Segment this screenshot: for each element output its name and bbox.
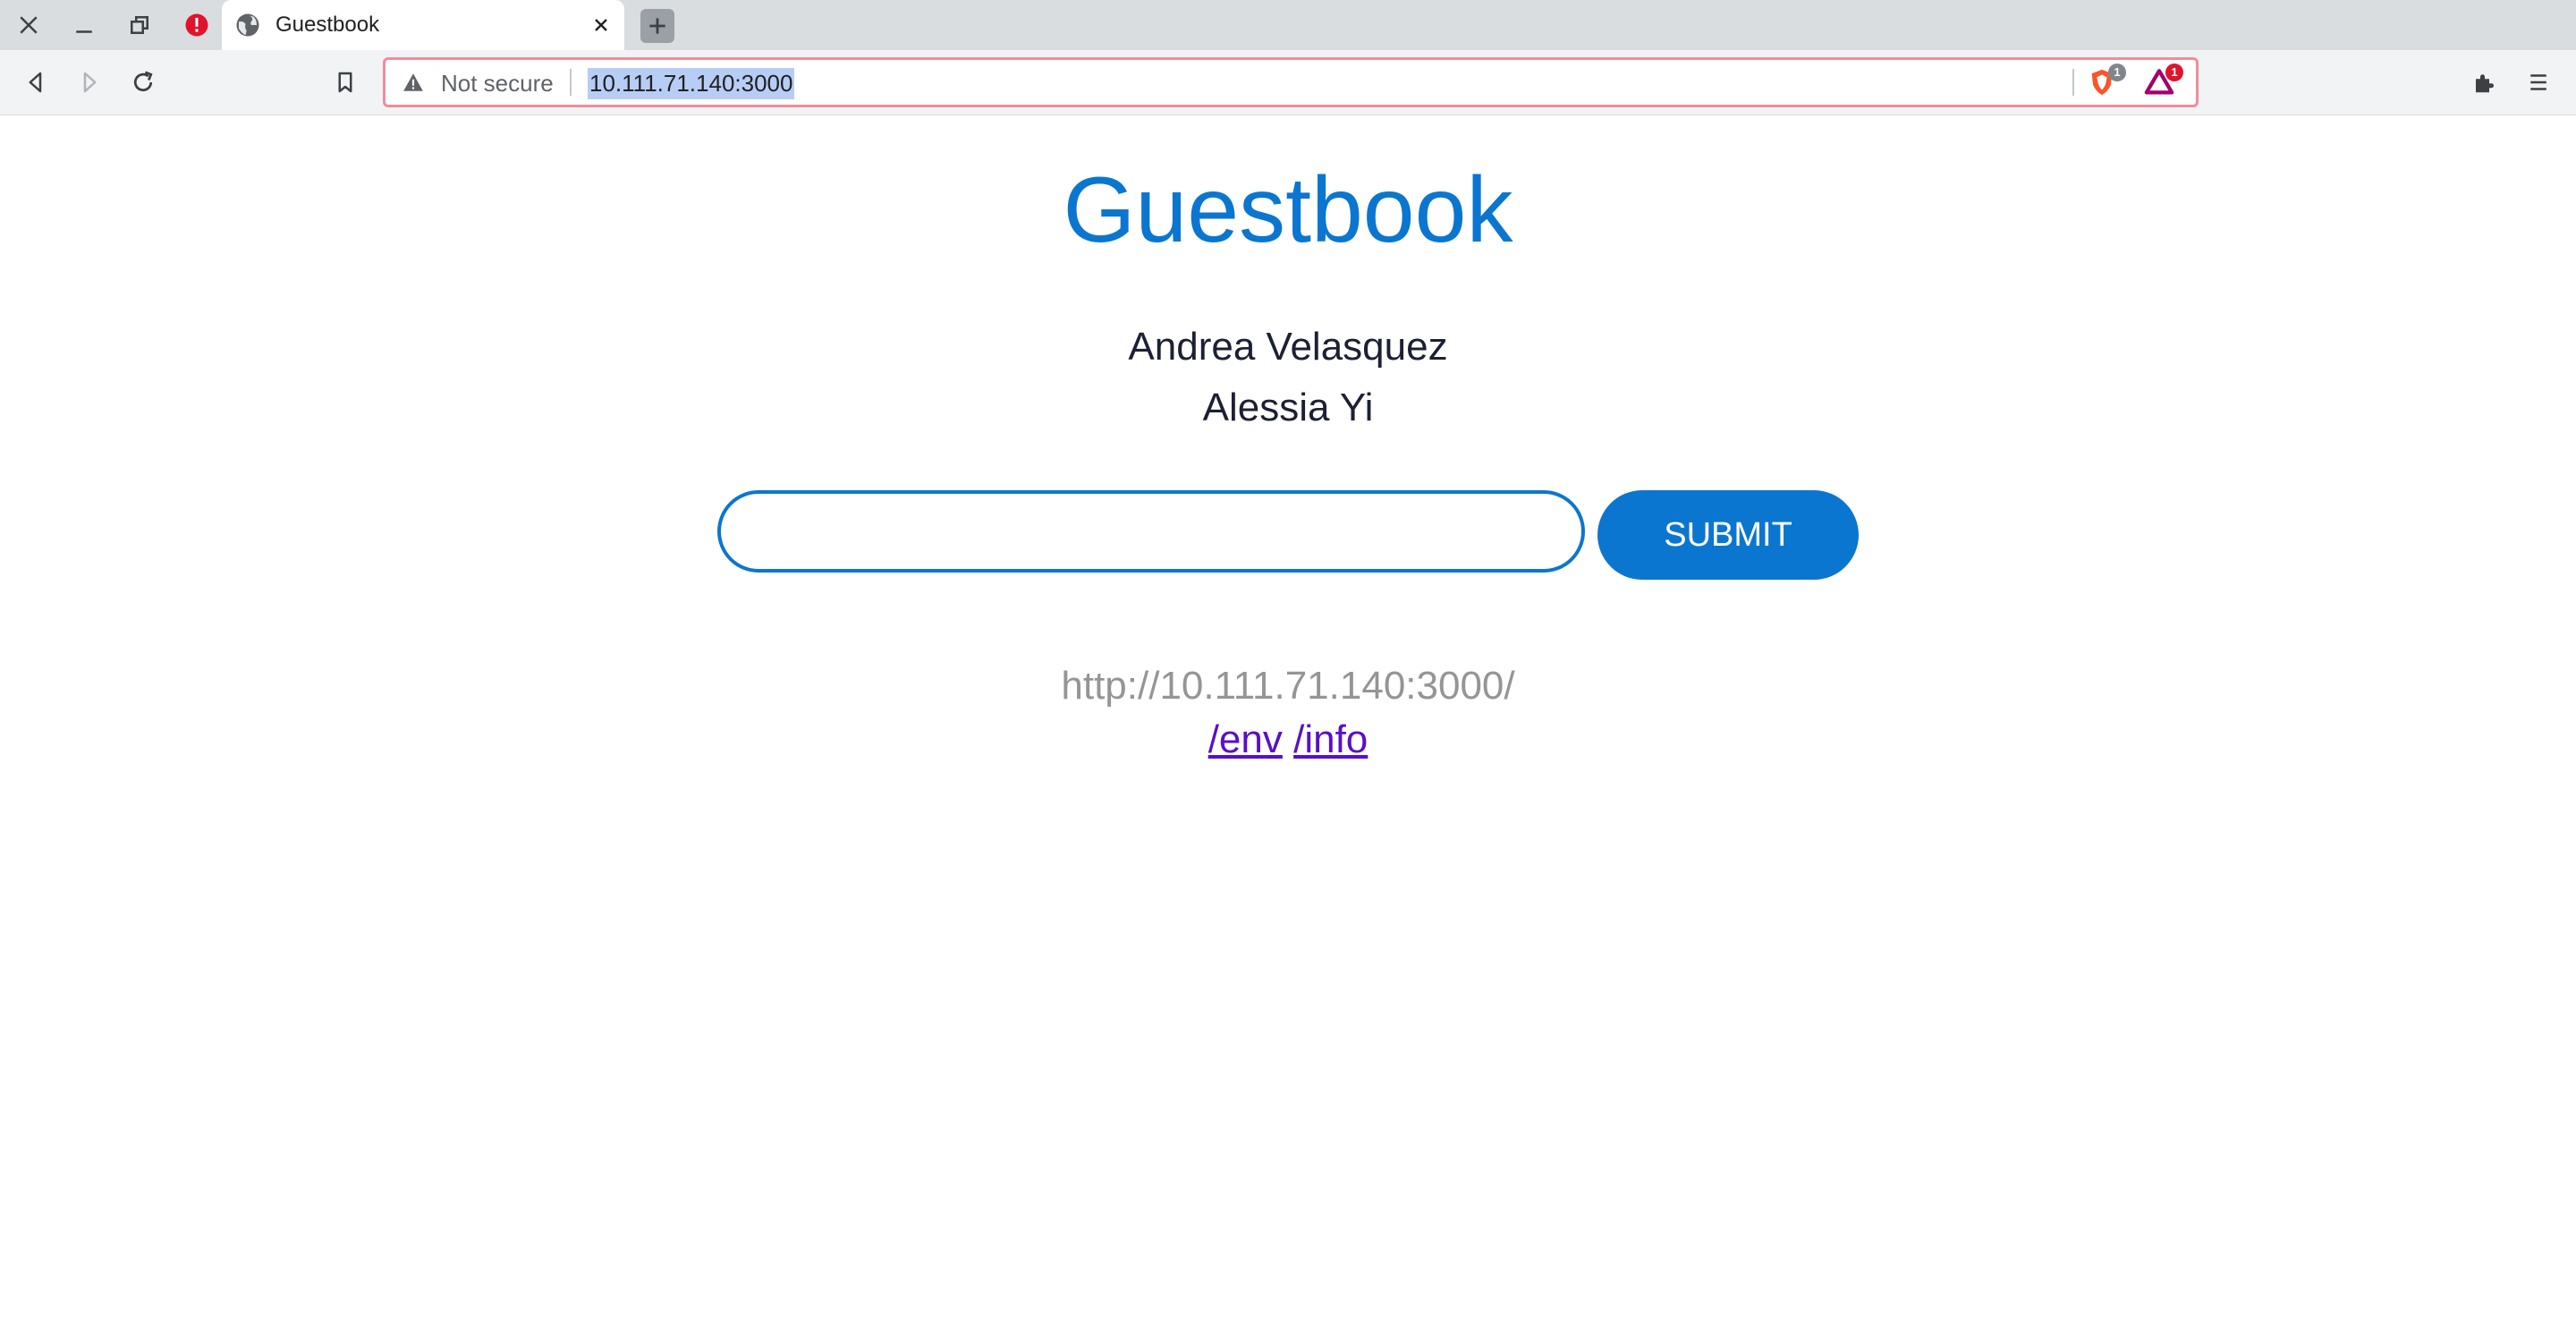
url-text[interactable]: 10.111.71.140:3000 xyxy=(588,68,795,99)
reload-button[interactable] xyxy=(125,64,161,100)
bookmark-button[interactable] xyxy=(327,64,363,100)
submit-button[interactable]: SUBMIT xyxy=(1597,490,1859,580)
guest-name-input[interactable] xyxy=(717,490,1585,573)
back-icon xyxy=(29,72,42,93)
extensions-button[interactable] xyxy=(2467,64,2503,100)
omnibox-divider xyxy=(570,69,572,96)
plus-icon xyxy=(649,18,665,34)
restore-icon xyxy=(131,16,148,34)
alert-icon xyxy=(185,13,208,37)
list-item: Andrea Velasquez xyxy=(1128,325,1448,369)
forward-button[interactable] xyxy=(72,64,107,100)
menu-icon xyxy=(2530,74,2546,90)
reload-icon xyxy=(133,71,153,92)
warning-icon[interactable] xyxy=(402,71,425,94)
footer-links: /env /info xyxy=(0,717,2576,762)
browser-toolbar: Not secure 10.111.71.140:3000 1 1 xyxy=(0,50,2576,115)
bookmark-icon xyxy=(338,72,352,93)
tab-guestbook[interactable]: Guestbook xyxy=(222,0,624,50)
guest-entries-list: Andrea Velasquez Alessia Yi xyxy=(0,317,2576,438)
tab-close-button[interactable] xyxy=(587,11,615,39)
close-icon xyxy=(595,19,607,31)
page-title: Guestbook xyxy=(1063,158,1513,262)
globe-icon xyxy=(236,13,259,37)
rewards-count-badge: 1 xyxy=(2165,64,2183,81)
security-status-label[interactable]: Not secure xyxy=(441,70,554,98)
address-bar[interactable]: Not secure 10.111.71.140:3000 1 1 xyxy=(383,57,2199,107)
info-link[interactable]: /info xyxy=(1293,717,1368,761)
menu-button[interactable] xyxy=(2521,64,2556,100)
forward-icon xyxy=(83,72,97,93)
tab-title: Guestbook xyxy=(275,13,380,37)
minimize-icon xyxy=(76,30,92,33)
brave-rewards-button[interactable]: 1 xyxy=(2144,64,2183,98)
list-item: Alessia Yi xyxy=(1202,386,1374,429)
window-restore-button[interactable] xyxy=(120,5,159,45)
extensions-icon xyxy=(2476,74,2494,93)
window-minimize-button[interactable] xyxy=(64,5,104,45)
new-tab-button[interactable] xyxy=(640,9,674,43)
window-close-button[interactable] xyxy=(9,5,48,45)
back-button[interactable] xyxy=(18,64,54,100)
brave-shield-button[interactable]: 1 xyxy=(2087,64,2126,98)
close-icon xyxy=(20,16,38,34)
env-link[interactable]: /env xyxy=(1208,717,1283,761)
shield-count-badge: 1 xyxy=(2108,64,2126,81)
host-url-text: http://10.111.71.140:3000/ xyxy=(1061,664,1515,708)
tab-strip: Guestbook xyxy=(0,0,2576,50)
alert-indicator[interactable] xyxy=(177,5,216,45)
omnibox-divider xyxy=(2072,69,2074,96)
